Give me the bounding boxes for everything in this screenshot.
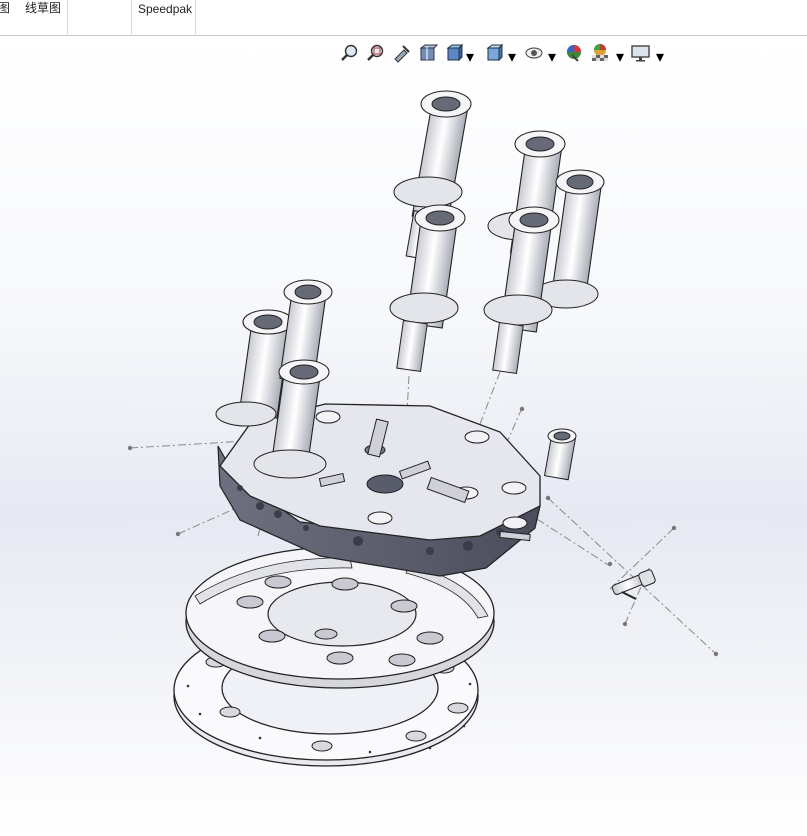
tab-separator <box>195 0 196 34</box>
tab-drawing[interactable]: 图 <box>0 0 12 35</box>
tab-speedpak[interactable]: Speedpak <box>138 1 192 36</box>
tab-separator <box>67 0 68 34</box>
spindle-center-front <box>389 204 466 373</box>
tab-label: 线草图 <box>25 1 62 15</box>
tab-separator <box>131 0 132 34</box>
exploded-assembly-model[interactable] <box>0 36 807 836</box>
small-bushing-part <box>543 428 577 481</box>
tab-label: Speedpak <box>138 2 193 16</box>
command-manager-tabs: 图 线草图 Speedpak <box>0 0 807 36</box>
tab-label: 图 <box>0 1 11 15</box>
small-screw-part <box>611 569 656 600</box>
tab-line-sketch[interactable]: 线草图 <box>25 0 61 35</box>
main-base-block <box>217 403 541 577</box>
